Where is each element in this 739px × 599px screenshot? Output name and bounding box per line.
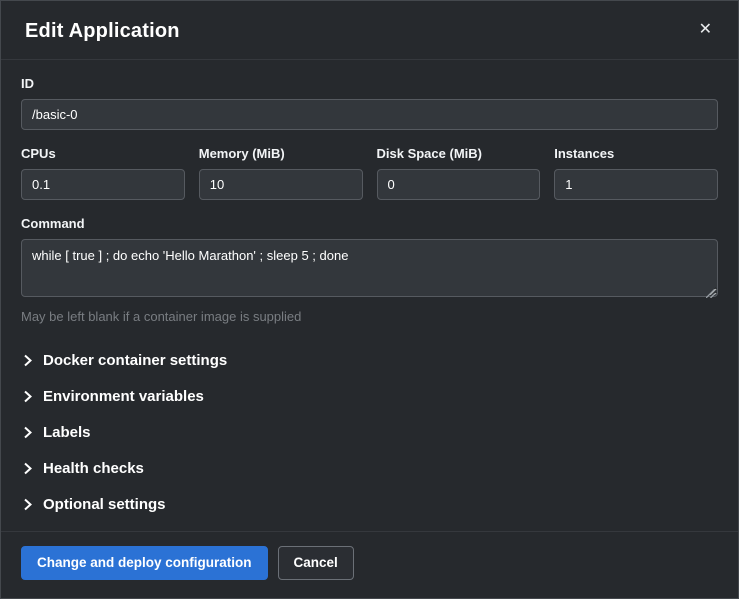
section-label: Optional settings: [43, 496, 166, 513]
chevron-right-icon: [23, 426, 32, 439]
disk-field-group: Disk Space (MiB): [377, 146, 541, 200]
memory-input[interactable]: [199, 169, 363, 200]
chevron-right-icon: [23, 390, 32, 403]
disk-label: Disk Space (MiB): [377, 146, 541, 161]
id-label: ID: [21, 76, 718, 91]
chevron-right-icon: [23, 354, 32, 367]
section-label: Labels: [43, 424, 91, 441]
cpus-label: CPUs: [21, 146, 185, 161]
cpus-field-group: CPUs: [21, 146, 185, 200]
section-label: Docker container settings: [43, 352, 227, 369]
id-input[interactable]: [21, 99, 718, 130]
section-docker-container-settings[interactable]: Docker container settings: [21, 342, 718, 378]
section-label: Environment variables: [43, 388, 204, 405]
section-environment-variables[interactable]: Environment variables: [21, 378, 718, 414]
section-label: Health checks: [43, 460, 144, 477]
command-field-group: Command while [ true ] ; do echo 'Hello …: [21, 216, 718, 324]
command-label: Command: [21, 216, 718, 231]
instances-label: Instances: [554, 146, 718, 161]
disk-input[interactable]: [377, 169, 541, 200]
close-icon[interactable]: ✕: [695, 20, 716, 40]
command-textarea-wrap: while [ true ] ; do echo 'Hello Marathon…: [21, 239, 718, 302]
modal-body: ID CPUs Memory (MiB) Disk Space (MiB) In…: [1, 60, 738, 531]
chevron-right-icon: [23, 462, 32, 475]
command-help-text: May be left blank if a container image i…: [21, 309, 718, 324]
modal-header: Edit Application ✕: [1, 1, 738, 60]
modal-title: Edit Application: [25, 20, 180, 43]
cpus-input[interactable]: [21, 169, 185, 200]
instances-field-group: Instances: [554, 146, 718, 200]
section-health-checks[interactable]: Health checks: [21, 450, 718, 486]
memory-label: Memory (MiB): [199, 146, 363, 161]
cancel-button[interactable]: Cancel: [278, 546, 354, 580]
resources-row: CPUs Memory (MiB) Disk Space (MiB) Insta…: [21, 146, 718, 200]
command-textarea[interactable]: while [ true ] ; do echo 'Hello Marathon…: [21, 239, 718, 297]
instances-input[interactable]: [554, 169, 718, 200]
edit-application-modal: Edit Application ✕ ID CPUs Memory (MiB) …: [0, 0, 739, 599]
change-and-deploy-button[interactable]: Change and deploy configuration: [21, 546, 268, 580]
chevron-right-icon: [23, 498, 32, 511]
section-labels[interactable]: Labels: [21, 414, 718, 450]
collapsible-sections: Docker container settings Environment va…: [21, 342, 718, 522]
modal-footer: Change and deploy configuration Cancel: [1, 531, 738, 598]
section-optional-settings[interactable]: Optional settings: [21, 486, 718, 522]
id-field-group: ID: [21, 76, 718, 130]
memory-field-group: Memory (MiB): [199, 146, 363, 200]
